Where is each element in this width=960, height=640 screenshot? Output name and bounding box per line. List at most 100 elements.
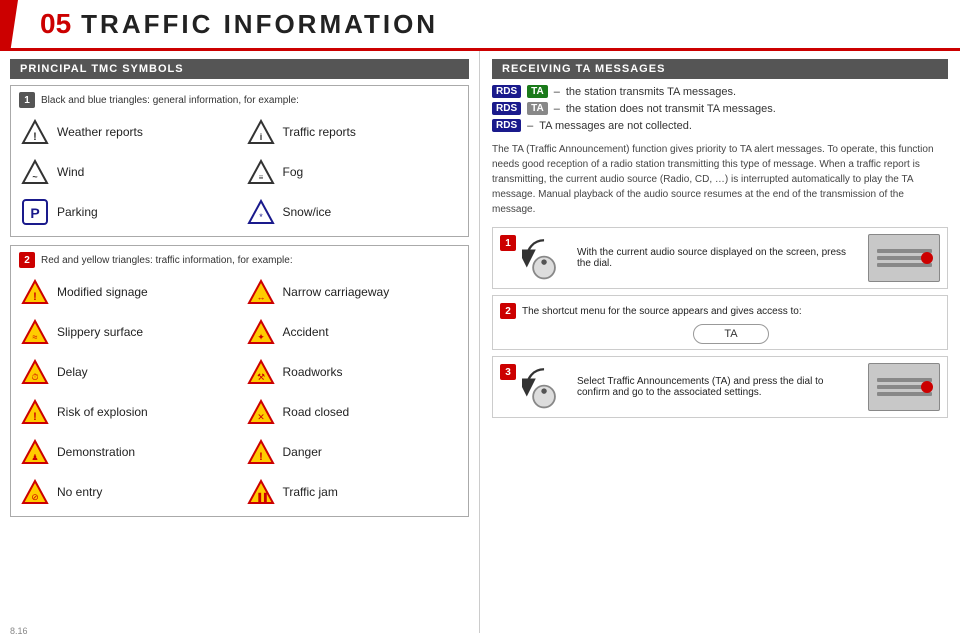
svg-text:✕: ✕ xyxy=(257,412,265,422)
traffic-icon: i xyxy=(245,117,277,147)
svg-text:↔: ↔ xyxy=(256,292,265,302)
chapter-number: 05 xyxy=(40,8,71,40)
list-item: ~ Wind xyxy=(19,154,235,190)
list-item: ⚒ Roadworks xyxy=(245,354,461,390)
rds-row-1: RDS TA – the station transmits TA messag… xyxy=(492,85,948,98)
step1-section: 1 With the current audio source displaye xyxy=(492,227,948,289)
item-label: Parking xyxy=(57,205,98,219)
item-label: Weather reports xyxy=(57,125,143,139)
step1-badge: 1 xyxy=(500,235,516,251)
box1-label: 1 Black and blue triangles: general info… xyxy=(19,92,460,108)
step2-content: The shortcut menu for the source appears… xyxy=(522,301,940,344)
weather-icon: ! xyxy=(19,117,51,147)
rds-text: TA messages are not collected. xyxy=(539,120,692,132)
list-item: P Parking xyxy=(19,194,235,230)
screen-dot xyxy=(921,252,933,264)
svg-text:i: i xyxy=(259,132,262,142)
wind-icon: ~ xyxy=(19,157,51,187)
page-number: 8.16 xyxy=(10,626,28,636)
item-label: Fog xyxy=(283,165,304,179)
fog-icon: ≡ xyxy=(245,157,277,187)
box2-badge: 2 xyxy=(19,252,35,268)
box1-label-text: Black and blue triangles: general inform… xyxy=(41,95,299,106)
list-item: ↔ Narrow carriageway xyxy=(245,274,461,310)
item-label: Roadworks xyxy=(283,365,343,379)
dash: – xyxy=(527,120,533,132)
svg-text:!: ! xyxy=(259,451,263,463)
snowice-icon: * xyxy=(245,197,277,227)
traffic-jam-icon: ▐▐ xyxy=(245,477,277,507)
slippery-surface-icon: ≈ xyxy=(19,317,51,347)
svg-text:!: ! xyxy=(33,291,37,303)
right-section-header: RECEIVING TA MESSAGES xyxy=(492,59,948,79)
delay-icon: ⏱ xyxy=(19,357,51,387)
box2: 2 Red and yellow triangles: traffic info… xyxy=(10,245,469,517)
list-item: i Traffic reports xyxy=(245,114,461,150)
svg-text:⊘: ⊘ xyxy=(31,492,39,502)
page-title: TRAFFIC INFORMATION xyxy=(81,9,438,40)
list-item: ! Risk of explosion xyxy=(19,394,235,430)
item-label: Risk of explosion xyxy=(57,405,148,419)
left-section-header: PRINCIPAL TMC SYMBOLS xyxy=(10,59,469,79)
svg-text:!: ! xyxy=(33,411,37,423)
svg-text:✦: ✦ xyxy=(257,332,265,342)
rds-badge: RDS xyxy=(492,119,521,132)
svg-text:⚒: ⚒ xyxy=(256,372,264,382)
svg-text:⏱: ⏱ xyxy=(31,372,38,382)
demonstration-icon: ♟ xyxy=(19,437,51,467)
step2-badge: 2 xyxy=(500,303,516,319)
list-item: ♟ Demonstration xyxy=(19,434,235,470)
list-item: ⏱ Delay xyxy=(19,354,235,390)
item-label: Danger xyxy=(283,445,322,459)
list-item: ✕ Road closed xyxy=(245,394,461,430)
list-item: ⊘ No entry xyxy=(19,474,235,510)
accident-icon: ✦ xyxy=(245,317,277,347)
step1-knob-icon xyxy=(522,233,567,283)
item-label: Narrow carriageway xyxy=(283,285,390,299)
list-item: ! Weather reports xyxy=(19,114,235,150)
screen-line xyxy=(877,392,932,396)
roadworks-icon: ⚒ xyxy=(245,357,277,387)
box1-badge: 1 xyxy=(19,92,35,108)
ta-button-wrap: TA xyxy=(522,324,940,344)
list-item: ≡ Fog xyxy=(245,154,461,190)
step1-screen-mock xyxy=(868,234,940,282)
step3-section: 3 Select Traffic Announcements (TA) and … xyxy=(492,356,948,418)
svg-text:≈: ≈ xyxy=(33,332,38,342)
item-label: Modified signage xyxy=(57,285,148,299)
svg-text:~: ~ xyxy=(32,172,37,182)
step3-badge: 3 xyxy=(500,364,516,380)
box1: 1 Black and blue triangles: general info… xyxy=(10,85,469,237)
svg-text:≡: ≡ xyxy=(258,173,263,182)
info-paragraph: The TA (Traffic Announcement) function g… xyxy=(492,142,948,217)
item-label: Wind xyxy=(57,165,84,179)
rds-badge: RDS xyxy=(492,102,521,115)
item-label: Delay xyxy=(57,365,88,379)
step3-screen-mock xyxy=(868,363,940,411)
list-item: ! Danger xyxy=(245,434,461,470)
ta-button[interactable]: TA xyxy=(693,324,768,344)
danger-icon: ! xyxy=(245,437,277,467)
screen-dot xyxy=(921,381,933,393)
ta-badge: TA xyxy=(527,85,548,98)
modified-signage-icon: ! xyxy=(19,277,51,307)
list-item: * Snow/ice xyxy=(245,194,461,230)
step1-text: With the current audio source displayed … xyxy=(577,247,858,269)
item-label: Accident xyxy=(283,325,329,339)
step2-text: The shortcut menu for the source appears… xyxy=(522,306,802,317)
parking-icon: P xyxy=(19,197,51,227)
step2-section: 2 The shortcut menu for the source appea… xyxy=(492,295,948,350)
step3-content: Select Traffic Announcements (TA) and pr… xyxy=(522,362,940,412)
road-closed-icon: ✕ xyxy=(245,397,277,427)
step3-knob-icon xyxy=(522,362,567,412)
box2-label-text: Red and yellow triangles: traffic inform… xyxy=(41,255,293,266)
item-label: Snow/ice xyxy=(283,205,332,219)
list-item: ≈ Slippery surface xyxy=(19,314,235,350)
svg-text:!: ! xyxy=(33,131,37,143)
item-label: Traffic jam xyxy=(283,485,338,499)
item-label: Road closed xyxy=(283,405,350,419)
svg-text:▐▐: ▐▐ xyxy=(255,492,267,503)
dash: – xyxy=(554,86,560,98)
ta-badge-grey: TA xyxy=(527,102,548,115)
screen-line xyxy=(877,263,932,267)
